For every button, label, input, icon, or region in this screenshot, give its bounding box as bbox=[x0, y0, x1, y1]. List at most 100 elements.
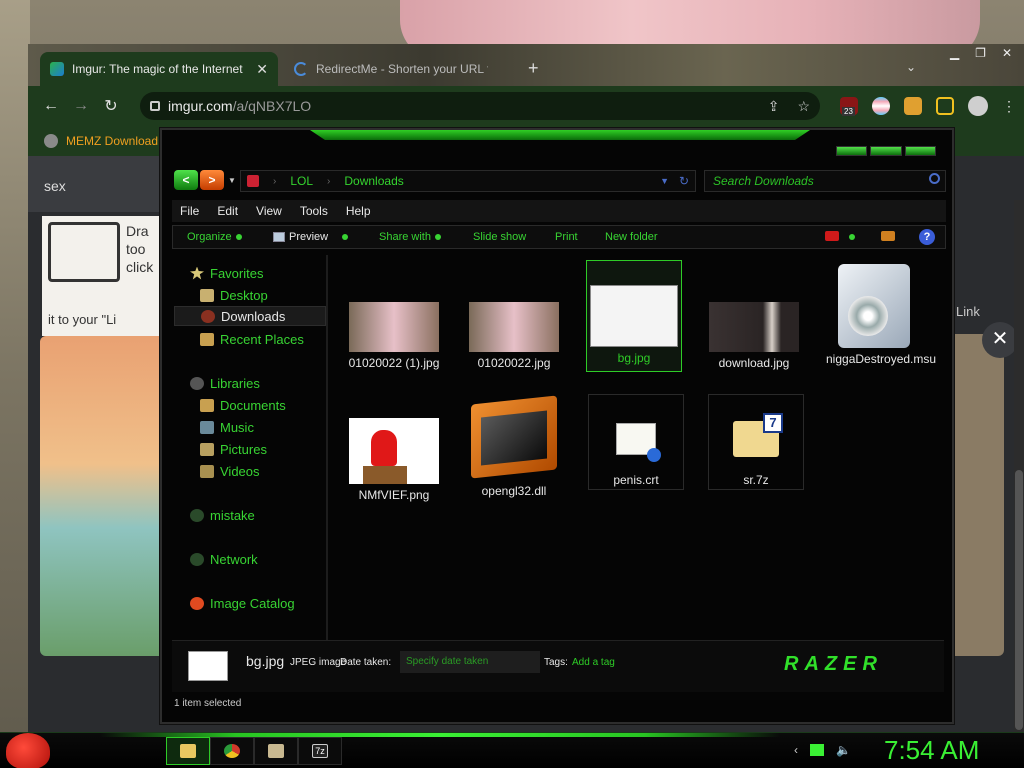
file-name: 01020022 (1).jpg bbox=[348, 356, 440, 370]
tab-title: Imgur: The magic of the Internet bbox=[72, 62, 243, 76]
scroll-thumb[interactable] bbox=[1015, 470, 1023, 730]
file-item[interactable]: 01020022 (1).jpg bbox=[346, 302, 442, 371]
file-item[interactable]: NMfVIEF.png bbox=[346, 418, 442, 503]
file-item[interactable]: niggaDestroyed.msu bbox=[826, 264, 936, 367]
volume-icon[interactable]: 🔈 bbox=[836, 743, 851, 757]
views-dropdown-icon[interactable] bbox=[849, 234, 855, 240]
menu-help[interactable]: Help bbox=[346, 204, 371, 218]
minimize-icon[interactable]: ▁ bbox=[950, 46, 959, 60]
sidepanel-icon[interactable] bbox=[936, 97, 954, 115]
details-date-label: Date taken: bbox=[340, 657, 392, 668]
views-icon[interactable] bbox=[825, 231, 839, 241]
share-icon[interactable]: ⇪ bbox=[768, 98, 780, 115]
close-tab-icon[interactable]: ✕ bbox=[256, 61, 268, 78]
slide-show-button[interactable]: Slide show bbox=[473, 231, 526, 243]
nav-documents[interactable]: Documents bbox=[200, 395, 286, 415]
breadcrumb[interactable]: › LOL › Downloads ▼ ↻ bbox=[240, 170, 696, 192]
nav-music[interactable]: Music bbox=[200, 417, 254, 437]
taskbar-explorer[interactable] bbox=[166, 737, 210, 765]
chrome-icon bbox=[224, 744, 240, 758]
taskbar-7zip[interactable]: 7z bbox=[298, 737, 342, 765]
bookmark-memz[interactable]: MEMZ Download bbox=[66, 134, 158, 148]
file-item[interactable]: penis.crt bbox=[588, 394, 684, 490]
tab-search-icon[interactable]: ⌄ bbox=[906, 60, 916, 74]
start-button-bird-icon[interactable] bbox=[6, 733, 50, 768]
menu-edit[interactable]: Edit bbox=[217, 204, 238, 218]
organize-button[interactable]: Organize bbox=[187, 231, 242, 243]
file-item[interactable]: 7 sr.7z bbox=[708, 394, 804, 490]
share-with-button[interactable]: Share with bbox=[379, 231, 441, 243]
add-tag-field[interactable]: Add a tag bbox=[572, 657, 615, 668]
bookmark-star-icon[interactable]: ☆ bbox=[797, 98, 810, 115]
stool-shape bbox=[363, 466, 407, 484]
nav-recent-places[interactable]: Recent Places bbox=[200, 329, 304, 349]
close-button[interactable] bbox=[904, 146, 936, 156]
tab-imgur[interactable]: Imgur: The magic of the Internet ✕ bbox=[40, 52, 278, 86]
nav-image-catalog[interactable]: Image Catalog bbox=[190, 593, 295, 613]
flag-extension-icon[interactable] bbox=[872, 97, 890, 115]
taskbar-chrome[interactable] bbox=[210, 737, 254, 765]
help-icon[interactable]: ? bbox=[919, 229, 935, 245]
close-window-icon[interactable]: ✕ bbox=[1002, 46, 1012, 60]
new-tab-button[interactable]: + bbox=[528, 58, 539, 79]
nav-pictures[interactable]: Pictures bbox=[200, 439, 267, 459]
videos-icon bbox=[200, 464, 214, 478]
file-item-selected[interactable]: bg.jpg bbox=[586, 260, 682, 372]
nav-mistake[interactable]: mistake bbox=[190, 505, 255, 525]
address-dropdown-icon[interactable]: ▼ bbox=[660, 176, 669, 186]
link-label[interactable]: Link bbox=[956, 304, 980, 319]
address-bar[interactable]: imgur.com/a/qNBX7LO ⇪ ☆ bbox=[140, 92, 820, 120]
tray-overflow-icon[interactable]: ‹ bbox=[794, 743, 798, 757]
reload-icon[interactable]: ↻ bbox=[96, 96, 126, 116]
back-arrow-icon[interactable]: ← bbox=[36, 97, 66, 115]
minimize-button[interactable] bbox=[836, 146, 868, 156]
file-item[interactable]: 01020022.jpg bbox=[466, 302, 562, 371]
loading-icon bbox=[294, 62, 308, 76]
search-input[interactable]: Search Downloads bbox=[704, 170, 946, 192]
date-taken-field[interactable]: Specify date taken bbox=[400, 651, 540, 673]
menu-tools[interactable]: Tools bbox=[300, 204, 328, 218]
file-item[interactable]: opengl32.dll bbox=[466, 395, 562, 499]
clock[interactable]: 7:54 AM bbox=[884, 735, 979, 766]
illustration-image bbox=[40, 336, 170, 656]
preview-pane-icon[interactable] bbox=[881, 231, 895, 241]
tray-app-icon[interactable] bbox=[810, 744, 824, 756]
refresh-icon[interactable]: ↻ bbox=[679, 174, 689, 188]
dll-window-shape bbox=[481, 410, 547, 466]
puzzle-icon[interactable] bbox=[904, 97, 922, 115]
preview-button[interactable]: Preview bbox=[273, 231, 349, 243]
search-icon[interactable] bbox=[929, 173, 940, 184]
nav-downloads[interactable]: Downloads bbox=[174, 306, 326, 326]
breadcrumb-downloads[interactable]: Downloads bbox=[344, 174, 403, 188]
dll-icon bbox=[471, 395, 557, 479]
nav-libraries[interactable]: Libraries bbox=[190, 373, 260, 393]
details-thumbnail bbox=[188, 651, 228, 681]
close-icon[interactable]: ✕ bbox=[982, 322, 1018, 358]
page-scrollbar[interactable] bbox=[1014, 200, 1024, 734]
menu-dots-icon[interactable]: ⋮ bbox=[1002, 98, 1016, 115]
nav-desktop[interactable]: Desktop bbox=[200, 285, 268, 305]
maximize-icon[interactable]: ❐ bbox=[975, 46, 986, 60]
print-button[interactable]: Print bbox=[555, 231, 578, 243]
breadcrumb-lol[interactable]: LOL bbox=[290, 174, 313, 188]
file-item[interactable]: download.jpg bbox=[706, 302, 802, 371]
ublock-extension[interactable]: 23 bbox=[840, 97, 858, 116]
menu-view[interactable]: View bbox=[256, 204, 282, 218]
nav-videos[interactable]: Videos bbox=[200, 461, 260, 481]
taskbar-image-viewer[interactable] bbox=[254, 737, 298, 765]
share-label: Share with bbox=[379, 231, 431, 243]
profile-avatar[interactable] bbox=[968, 96, 988, 116]
nav-network[interactable]: Network bbox=[190, 549, 258, 569]
maximize-button[interactable] bbox=[870, 146, 902, 156]
file-name: sr.7z bbox=[743, 473, 769, 487]
forward-button[interactable]: > bbox=[200, 170, 224, 190]
page-search-field[interactable]: sex bbox=[28, 156, 168, 212]
forward-arrow-icon[interactable]: → bbox=[66, 97, 96, 115]
illustration-image-right bbox=[946, 334, 1004, 656]
history-dropdown-icon[interactable]: ▼ bbox=[228, 176, 236, 185]
nav-favorites[interactable]: Favorites bbox=[190, 263, 263, 283]
menu-file[interactable]: File bbox=[180, 204, 199, 218]
tab-redirectme[interactable]: RedirectMe - Shorten your URL f bbox=[286, 52, 496, 86]
back-button[interactable]: < bbox=[174, 170, 198, 190]
new-folder-button[interactable]: New folder bbox=[605, 231, 658, 243]
